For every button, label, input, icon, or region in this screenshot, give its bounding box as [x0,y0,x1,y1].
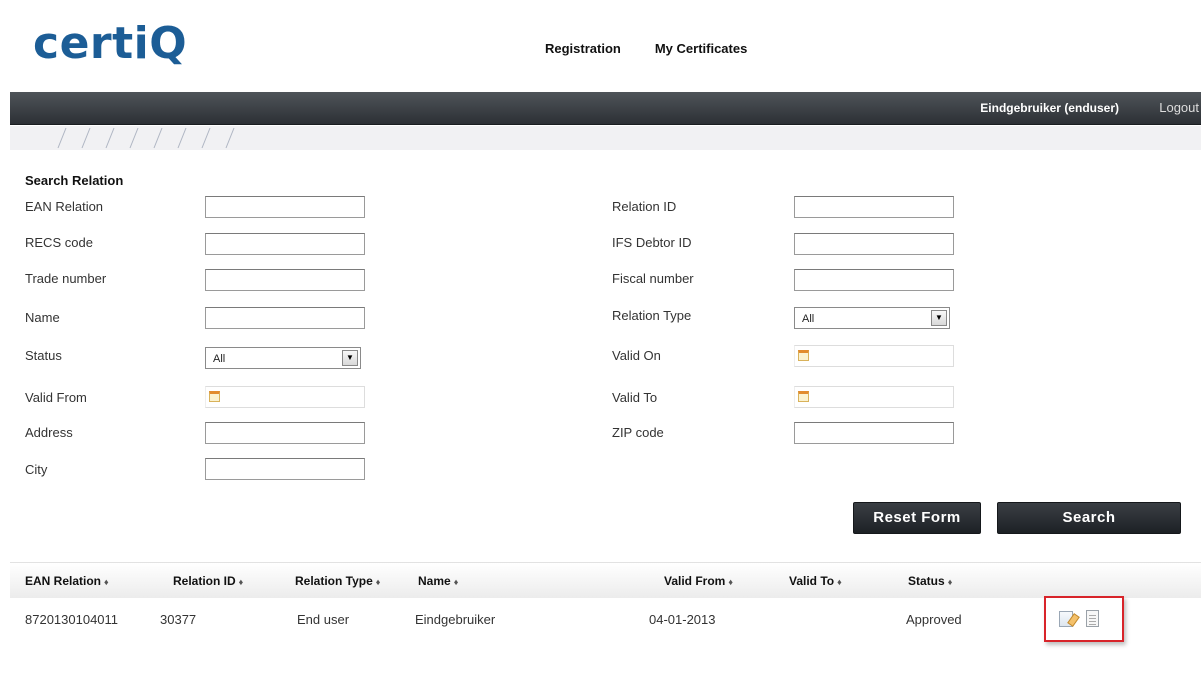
top-navigation: Registration My Certificates [545,41,747,56]
cell-name: Eindgebruiker [415,612,496,627]
nav-my-certificates[interactable]: My Certificates [655,41,747,56]
column-ean-relation[interactable]: EAN Relation ♦ [25,574,109,588]
valid-on-date-field[interactable] [794,345,954,367]
column-name[interactable]: Name ♦ [418,574,458,588]
sort-icon[interactable]: ♦ [837,577,842,587]
nav-registration[interactable]: Registration [545,41,621,56]
column-valid-from[interactable]: Valid From ♦ [664,574,733,588]
trade-number-input[interactable] [205,269,365,291]
label-ean-relation: EAN Relation [25,199,104,214]
decorative-stripe [10,126,1201,150]
search-button[interactable]: Search [997,502,1181,534]
city-input[interactable] [205,458,365,480]
column-status[interactable]: Status ♦ [908,574,952,588]
zip-code-input[interactable] [794,422,954,444]
name-input[interactable] [205,307,365,329]
cell-relation-id: 30377 [160,612,197,627]
column-relation-type[interactable]: Relation Type ♦ [295,574,380,588]
relation-type-select[interactable]: All ▼ [794,307,950,329]
dropdown-arrow-icon[interactable]: ▼ [931,310,947,326]
current-user: Eindgebruiker (enduser) [980,101,1119,115]
reset-form-button[interactable]: Reset Form [853,502,981,534]
calendar-icon[interactable] [798,391,809,402]
relation-id-input[interactable] [794,196,954,218]
cell-valid-from: 04-01-2013 [649,612,716,627]
valid-to-date-field[interactable] [794,386,954,408]
header: certiQ Registration My Certificates [0,0,1201,92]
label-relation-type: Relation Type [612,308,692,323]
sort-icon[interactable]: ♦ [728,577,733,587]
calendar-icon[interactable] [798,350,809,361]
sort-icon[interactable]: ♦ [104,577,109,587]
cell-ean-relation: 8720130104011 [25,612,119,627]
label-recs-code: RECS code [25,235,93,250]
ifs-debtor-id-input[interactable] [794,233,954,255]
relation-type-select-value: All [802,313,815,325]
label-trade-number: Trade number [25,271,107,286]
label-fiscal-number: Fiscal number [612,271,694,286]
user-bar: Eindgebruiker (enduser) Logout [10,92,1201,125]
label-status: Status [25,348,62,363]
label-valid-from: Valid From [25,390,87,405]
details-icon[interactable] [1086,610,1099,627]
label-ifs-debtor-id: IFS Debtor ID [612,235,692,250]
column-relation-id[interactable]: Relation ID ♦ [173,574,243,588]
label-zip-code: ZIP code [612,425,664,440]
status-select[interactable]: All ▼ [205,347,361,369]
valid-from-date-field[interactable] [205,386,365,408]
status-select-value: All [213,353,226,365]
column-valid-to[interactable]: Valid To ♦ [789,574,842,588]
certiq-logo[interactable]: certiQ [33,18,187,69]
label-relation-id: Relation ID [612,199,677,214]
sort-icon[interactable]: ♦ [454,577,459,587]
cell-status: Approved [906,612,962,627]
calendar-icon[interactable] [209,391,220,402]
sort-icon[interactable]: ♦ [239,577,244,587]
recs-code-input[interactable] [205,233,365,255]
sort-icon[interactable]: ♦ [948,577,953,587]
dropdown-arrow-icon[interactable]: ▼ [342,350,358,366]
slash-pattern-icon [57,127,235,149]
label-city: City [25,462,48,477]
label-valid-to: Valid To [612,390,658,405]
cell-relation-type: End user [297,612,350,627]
sort-icon[interactable]: ♦ [376,577,381,587]
row-actions-highlight [1044,596,1124,642]
edit-icon[interactable] [1059,611,1073,627]
results-table-header: EAN Relation ♦ Relation ID ♦ Relation Type… [10,562,1201,598]
ean-relation-input[interactable] [205,196,365,218]
label-name: Name [25,310,60,325]
label-address: Address [25,425,73,440]
fiscal-number-input[interactable] [794,269,954,291]
address-input[interactable] [205,422,365,444]
logout-link[interactable]: Logout [1159,100,1199,115]
search-relation-title: Search Relation [25,173,124,188]
label-valid-on: Valid On [612,348,661,363]
table-row[interactable]: 8720130104011 30377 End user Eindgebruik… [10,600,1201,638]
